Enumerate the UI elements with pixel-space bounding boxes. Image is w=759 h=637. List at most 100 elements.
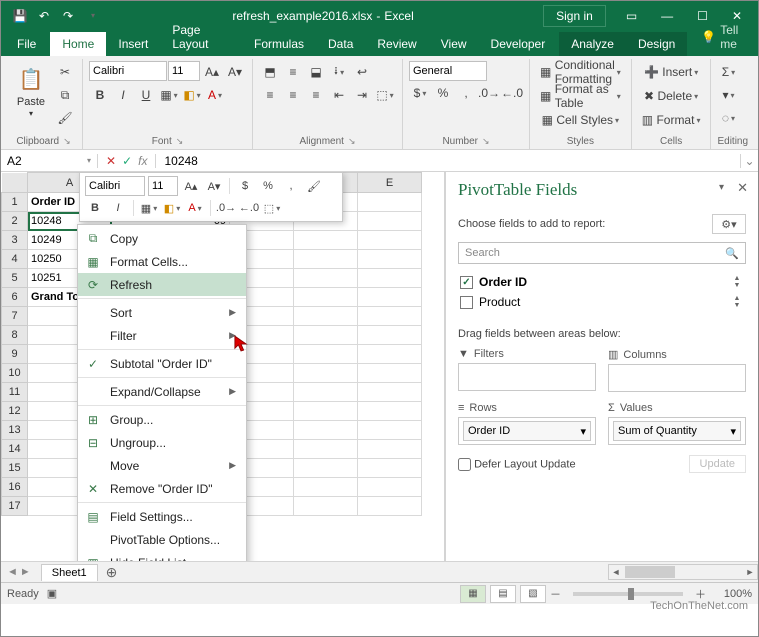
menu-filter[interactable]: Filter▶ [78, 324, 246, 347]
cell[interactable] [358, 478, 422, 497]
tab-view[interactable]: View [429, 32, 479, 56]
scroll-thumb[interactable] [625, 566, 675, 578]
align-center-icon[interactable]: ≡ [282, 84, 304, 106]
checkbox-checked-icon[interactable] [460, 276, 473, 289]
fx-icon[interactable]: fx [138, 154, 147, 168]
accounting-icon[interactable]: $ [235, 176, 255, 196]
ribbon-options-icon[interactable]: ▭ [614, 1, 649, 30]
cell[interactable] [358, 250, 422, 269]
merge-icon[interactable]: ⬚ [374, 84, 396, 106]
fill-color-icon[interactable]: ◧ [181, 84, 203, 106]
clear-icon[interactable]: ◌ [717, 107, 739, 129]
cell[interactable] [358, 326, 422, 345]
cell[interactable] [294, 459, 358, 478]
cell[interactable] [358, 345, 422, 364]
row-chip[interactable]: Order ID▾ [463, 421, 591, 441]
cell[interactable] [358, 269, 422, 288]
row-header[interactable]: 1 [2, 193, 28, 212]
undo-icon[interactable]: ↶ [33, 5, 55, 27]
tab-design[interactable]: Design [626, 32, 687, 56]
view-normal-icon[interactable]: ▦ [460, 585, 486, 603]
save-icon[interactable]: 💾 [9, 5, 31, 27]
decrease-indent-icon[interactable]: ⇤ [328, 84, 350, 106]
menu-expand-collapse[interactable]: Expand/Collapse▶ [78, 380, 246, 403]
tab-formulas[interactable]: Formulas [242, 32, 316, 56]
cell[interactable] [358, 288, 422, 307]
border-icon[interactable]: ▦ [158, 84, 180, 106]
dialog-launcher-icon[interactable]: ↘ [482, 136, 490, 147]
macro-record-icon[interactable]: ▣ [47, 587, 57, 600]
expand-formula-bar-icon[interactable]: ⌄ [740, 154, 758, 168]
tab-insert[interactable]: Insert [106, 32, 160, 56]
field-product[interactable]: Product▲▼ [458, 292, 746, 312]
mini-font-name[interactable] [85, 176, 145, 196]
tell-me[interactable]: 💡 Tell me [693, 18, 758, 56]
cell[interactable] [294, 421, 358, 440]
bold-icon[interactable]: B [85, 198, 105, 218]
checkbox-icon[interactable] [460, 296, 473, 309]
dialog-launcher-icon[interactable]: ↘ [176, 136, 184, 147]
pane-dropdown-icon[interactable]: ▾ [719, 182, 724, 193]
scroll-spinner-icon[interactable]: ▲▼ [730, 275, 744, 289]
wrap-text-icon[interactable]: ↩ [351, 61, 373, 83]
update-button[interactable]: Update [689, 455, 746, 473]
scroll-right-icon[interactable]: ► [743, 567, 757, 577]
font-color-icon[interactable]: A [185, 198, 205, 218]
cell[interactable] [294, 307, 358, 326]
menu-pivottable-options[interactable]: PivotTable Options... [78, 528, 246, 551]
percent-icon[interactable]: % [258, 176, 278, 196]
italic-icon[interactable]: I [108, 198, 128, 218]
bold-icon[interactable]: B [89, 84, 111, 106]
comma-icon[interactable]: , [281, 176, 301, 196]
tab-file[interactable]: File [5, 32, 50, 56]
cell[interactable] [358, 497, 422, 516]
minimize-icon[interactable]: — [649, 1, 685, 30]
row-header[interactable]: 3 [2, 231, 28, 250]
horizontal-scrollbar[interactable]: ◄ ► [608, 564, 758, 580]
view-page-break-icon[interactable]: ▧ [520, 585, 546, 603]
formula-input[interactable]: 10248 [156, 154, 740, 168]
paste-button[interactable]: 📋 Paste ▾ [11, 61, 51, 118]
sign-in-button[interactable]: Sign in [543, 5, 606, 27]
insert-cells-button[interactable]: ➕ Insert [638, 61, 705, 83]
cell[interactable] [358, 307, 422, 326]
cell[interactable] [294, 269, 358, 288]
row-header[interactable]: 9 [2, 345, 28, 364]
increase-indent-icon[interactable]: ⇥ [351, 84, 373, 106]
cell[interactable] [294, 326, 358, 345]
comma-icon[interactable]: , [455, 82, 477, 104]
row-header[interactable]: 15 [2, 459, 28, 478]
row-header[interactable]: 7 [2, 307, 28, 326]
border-icon[interactable]: ▦ [139, 198, 159, 218]
font-color-icon[interactable]: A [204, 84, 226, 106]
value-chip[interactable]: Sum of Quantity▾ [613, 421, 741, 441]
cell-styles-button[interactable]: ▦ Cell Styles [536, 109, 625, 131]
pane-close-icon[interactable]: ✕ [737, 180, 748, 196]
format-as-table-button[interactable]: ▦ Format as Table [536, 85, 625, 107]
increase-decimal-icon[interactable]: .0→ [478, 82, 500, 104]
align-left-icon[interactable]: ≡ [259, 84, 281, 106]
cell[interactable] [294, 250, 358, 269]
cell[interactable] [358, 193, 422, 212]
row-header[interactable]: 2 [2, 212, 28, 231]
format-painter-icon[interactable]: 🖌 [54, 107, 76, 129]
delete-cells-button[interactable]: ✖ Delete [638, 85, 705, 107]
scroll-spinner-icon[interactable]: ▲▼ [730, 295, 744, 309]
orientation-icon[interactable]: ⭭ [328, 61, 350, 83]
menu-move[interactable]: Move▶ [78, 454, 246, 477]
cell[interactable] [294, 402, 358, 421]
format-cells-button[interactable]: ▥ Format [638, 109, 705, 131]
area-filters[interactable]: ▼Filters [458, 348, 596, 392]
align-top-icon[interactable]: ⬒ [259, 61, 281, 83]
zoom-out-icon[interactable]: － [550, 586, 561, 602]
underline-icon[interactable]: U [135, 84, 157, 106]
mini-font-size[interactable] [148, 176, 178, 196]
field-search-input[interactable]: Search 🔍 [458, 242, 746, 264]
area-values[interactable]: ΣValues Sum of Quantity▾ [608, 402, 746, 445]
new-sheet-icon[interactable]: ⊕ [98, 564, 126, 581]
row-header[interactable]: 16 [2, 478, 28, 497]
row-header[interactable]: 8 [2, 326, 28, 345]
menu-subtotal[interactable]: ✓Subtotal "Order ID" [78, 352, 246, 375]
conditional-formatting-button[interactable]: ▦ Conditional Formatting [536, 61, 625, 83]
menu-refresh[interactable]: ⟳Refresh [78, 273, 246, 296]
